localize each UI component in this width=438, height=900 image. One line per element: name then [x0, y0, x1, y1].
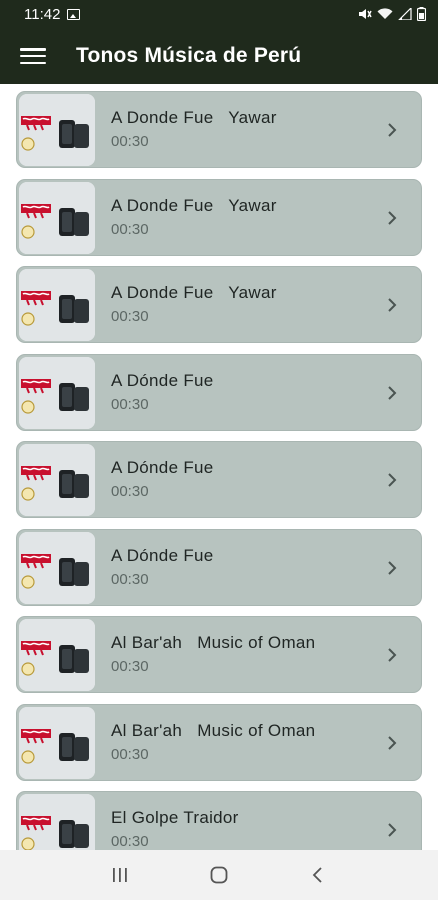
album-thumbnail	[19, 794, 95, 850]
list-item[interactable]: A Dónde Fue 00:30	[16, 441, 422, 518]
album-thumbnail	[19, 181, 95, 254]
chevron-right-icon	[388, 473, 397, 487]
recents-icon[interactable]	[106, 861, 134, 889]
list-item[interactable]: A Dónde Fue 00:30	[16, 528, 422, 606]
list-item[interactable]: A Donde Fue Yawar 00:30	[16, 178, 422, 256]
chevron-right-icon	[388, 648, 397, 662]
system-navigation-bar	[0, 850, 438, 900]
chevron-right-icon	[388, 385, 397, 400]
ringtone-title: A Dónde Fue	[111, 458, 214, 477]
status-time: 11:42	[24, 5, 61, 23]
hamburger-menu-icon[interactable]	[18, 45, 48, 67]
album-thumbnail	[19, 94, 95, 166]
back-icon[interactable]	[304, 861, 332, 889]
list-item[interactable]: A Donde Fue Yawar 00:30	[16, 91, 422, 168]
battery-icon	[417, 7, 426, 21]
ringtone-title: A Donde Fue Yawar	[111, 283, 277, 302]
ringtone-duration: 00:30	[111, 833, 149, 850]
album-thumbnail	[19, 356, 95, 429]
chevron-right-icon	[388, 735, 397, 750]
ringtone-title: A Donde Fue Yawar	[111, 195, 277, 215]
ringtone-duration: 00:30	[111, 308, 149, 325]
ringtone-title: Al Bar'ah Music of Oman	[111, 720, 316, 740]
signal-icon	[398, 8, 412, 20]
ringtone-title: Al Bar'ah Music of Oman	[111, 633, 316, 652]
status-bar: 11:42	[0, 0, 438, 28]
list-item[interactable]: El Golpe Traidor 00:30	[16, 791, 422, 850]
wifi-icon	[377, 8, 393, 19]
album-thumbnail	[19, 619, 95, 691]
chevron-right-icon	[388, 210, 397, 225]
ringtone-title: A Dónde Fue	[111, 545, 214, 565]
chevron-right-icon	[388, 823, 397, 837]
ringtone-duration: 00:30	[111, 745, 149, 763]
ringtone-duration: 00:30	[111, 220, 149, 238]
ringtone-duration: 00:30	[111, 570, 149, 588]
ringtone-duration: 00:30	[111, 133, 149, 150]
list-item[interactable]: A Donde Fue Yawar 00:30	[16, 266, 422, 343]
list-item[interactable]: Al Bar'ah Music of Oman 00:30	[16, 616, 422, 693]
status-icons	[358, 7, 426, 21]
app-bar: Tonos Música de Perú	[0, 28, 438, 84]
album-thumbnail	[19, 531, 95, 604]
chevron-right-icon	[388, 560, 397, 575]
chevron-right-icon	[388, 123, 397, 137]
album-thumbnail	[19, 444, 95, 516]
home-icon[interactable]	[205, 861, 233, 889]
album-thumbnail	[19, 269, 95, 341]
ringtone-list[interactable]: A Donde Fue Yawar 00:30 A Donde Fue Yawa…	[0, 84, 438, 850]
ringtone-title: A Donde Fue Yawar	[111, 108, 277, 127]
album-thumbnail	[19, 706, 95, 779]
mute-icon	[359, 9, 372, 19]
ringtone-duration: 00:30	[111, 658, 149, 675]
ringtone-duration: 00:30	[111, 395, 149, 413]
list-item[interactable]: A Dónde Fue 00:30	[16, 353, 422, 431]
gallery-notification-icon	[67, 8, 81, 20]
app-title: Tonos Música de Perú	[76, 44, 302, 67]
list-item[interactable]: Al Bar'ah Music of Oman 00:30	[16, 703, 422, 781]
chevron-right-icon	[388, 298, 397, 312]
ringtone-title: A Dónde Fue	[111, 370, 214, 390]
ringtone-duration: 00:30	[111, 483, 149, 500]
ringtone-title: El Golpe Traidor	[111, 808, 239, 827]
